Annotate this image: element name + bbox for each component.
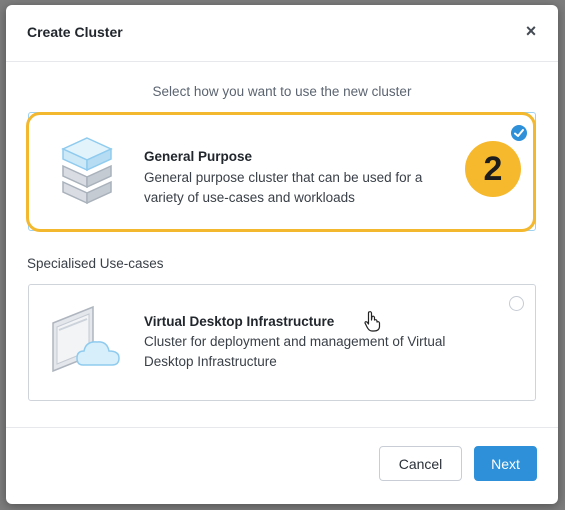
server-stack-icon bbox=[61, 137, 113, 205]
hand-pointer-icon bbox=[364, 311, 381, 332]
create-cluster-dialog: Create Cluster × Select how you want to … bbox=[6, 5, 558, 504]
modal-title: Create Cluster bbox=[27, 24, 123, 40]
general-purpose-description: General purpose cluster that can be used… bbox=[144, 170, 423, 205]
vdi-description: Cluster for deployment and management of… bbox=[144, 334, 446, 369]
next-button[interactable]: Next bbox=[474, 446, 537, 481]
footer-divider bbox=[6, 427, 558, 428]
unselected-radio[interactable] bbox=[509, 296, 524, 311]
step-number-badge: 2 bbox=[465, 141, 521, 197]
general-purpose-option[interactable]: General Purpose General purpose cluster … bbox=[28, 112, 536, 231]
modal-header: Create Cluster × bbox=[6, 5, 558, 62]
close-button[interactable]: × bbox=[518, 18, 544, 44]
specialised-section-label: Specialised Use-cases bbox=[27, 256, 164, 271]
desktop-cloud-icon bbox=[52, 305, 120, 373]
general-purpose-title: General Purpose bbox=[144, 149, 253, 164]
check-icon bbox=[514, 129, 524, 137]
cancel-button[interactable]: Cancel bbox=[379, 446, 462, 481]
instructions-text: Select how you want to use the new clust… bbox=[152, 84, 412, 99]
close-icon: × bbox=[525, 21, 537, 41]
vdi-option[interactable]: Virtual Desktop Infrastructure Cluster f… bbox=[28, 284, 536, 401]
vdi-title: Virtual Desktop Infrastructure bbox=[144, 314, 335, 329]
selected-radio[interactable] bbox=[511, 125, 527, 141]
